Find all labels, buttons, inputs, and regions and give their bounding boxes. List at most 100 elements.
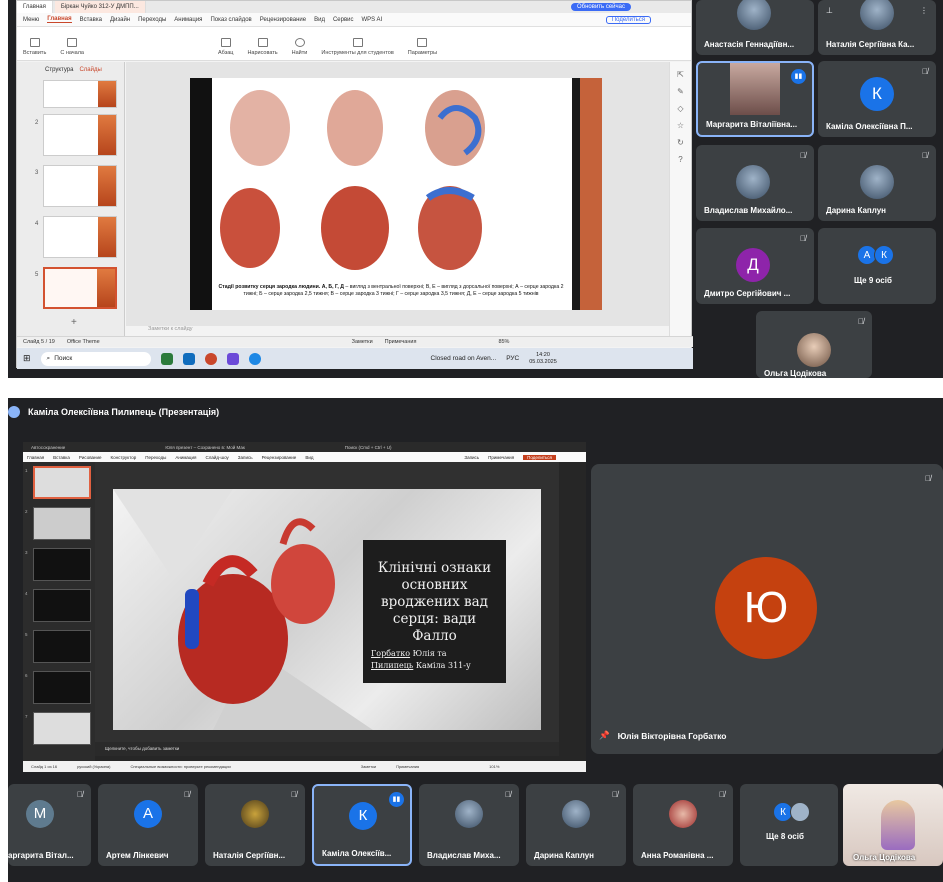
slide-notes[interactable]: Заметки к слайду [126, 326, 671, 336]
participant-tile[interactable]: 🎙̸ Ольга Цодікова [756, 311, 872, 378]
app-icon[interactable] [226, 352, 239, 365]
ribbon-student-tools[interactable]: Инструменты для студентов [321, 38, 394, 56]
slide-thumbnail[interactable] [33, 671, 91, 704]
ribbon-find[interactable]: Найти [292, 38, 307, 56]
participant-tile[interactable]: Анастасія Геннадіївн... [696, 0, 814, 55]
record-button[interactable]: Запись [464, 455, 479, 460]
menu-item-insert[interactable]: Вставка [80, 17, 102, 23]
share-button[interactable]: Поделиться [523, 454, 556, 460]
notes-toggle[interactable]: Заметки [361, 764, 376, 769]
ribbon-paste[interactable]: Вставить [23, 38, 46, 56]
participant-tile[interactable]: ⊥ ⋮ Наталія Сергіївна Ка... [818, 0, 936, 55]
comments-toggle[interactable]: Примечания [385, 339, 417, 345]
participant-tile-active[interactable]: К ▮▮ Каміла Олексіїв... [312, 784, 412, 866]
menu-item-menu[interactable]: Меню [23, 17, 39, 23]
participant-tile-video[interactable]: Ольга Цодікова [843, 784, 943, 866]
slide-thumbnail-selected[interactable] [33, 466, 91, 499]
design-icon[interactable]: ✎ [677, 87, 684, 96]
slide-thumbnail[interactable] [43, 165, 117, 207]
chrome-icon[interactable] [248, 352, 261, 365]
menu-item-transitions[interactable]: Переходы [138, 17, 166, 23]
more-participants-tile[interactable]: А К Ще 9 осіб [818, 228, 936, 304]
slide-thumbnail[interactable] [33, 589, 91, 622]
store-icon[interactable] [182, 352, 195, 365]
menu-item-wps-ai[interactable]: WPS AI [362, 17, 383, 23]
menu-item-review[interactable]: Рецензирование [260, 17, 306, 23]
ribbon-options[interactable]: Параметры [408, 38, 437, 56]
accessibility-status[interactable]: Специальные возможности: проверьте реком… [130, 764, 230, 769]
menu-item-insert[interactable]: Вставка [53, 455, 70, 460]
comments-button[interactable]: Примечания [488, 455, 514, 460]
ribbon-from-start[interactable]: С начала [60, 38, 84, 56]
more-participants-tile[interactable]: К Ще 8 осіб [740, 784, 838, 866]
edge-icon[interactable] [160, 352, 173, 365]
pin-icon[interactable]: ⊥ [826, 6, 833, 15]
menu-item-transitions[interactable]: Переходы [145, 455, 166, 460]
menu-item-service[interactable]: Сервис [333, 17, 354, 23]
participant-tile-active[interactable]: ▮▮ Маргарита Віталіївна... [696, 61, 814, 137]
participant-tile[interactable]: 🎙̸ Владислав Михайло... [696, 145, 814, 221]
shape-icon[interactable]: ◇ [677, 104, 683, 113]
share-button[interactable]: Поделиться [605, 15, 651, 24]
more-options-icon[interactable]: ⋮ [920, 6, 928, 15]
ribbon-paragraph[interactable]: Абзац [218, 38, 233, 56]
menu-item-record[interactable]: Запись [238, 455, 253, 460]
participant-tile[interactable]: М 🎙̸ аргарита Вітал... [8, 784, 91, 866]
slide-notes[interactable]: Щелкните, чтобы добавить заметки [95, 742, 559, 756]
participant-tile[interactable]: А 🎙̸ Артем Лінкевич [98, 784, 198, 866]
ribbon-draw[interactable]: Нарисовать [247, 38, 278, 56]
comments-toggle[interactable]: Примечания [396, 764, 419, 769]
pinned-participant-tile[interactable]: 🎙̸ Ю [591, 464, 943, 754]
menu-item-animation[interactable]: Анимация [174, 17, 202, 23]
zoom-level[interactable]: 85% [498, 339, 509, 345]
zoom-level[interactable]: 101% [489, 764, 499, 769]
menu-item-design[interactable]: Дизайн [110, 17, 130, 23]
weather-notice[interactable]: Closed road on Aven... [431, 355, 497, 362]
expand-icon[interactable]: ⇱ [677, 70, 684, 79]
taskbar-search[interactable]: ⌕ Поиск [40, 351, 151, 366]
participant-tile[interactable]: К 🎙̸ Каміла Олексіївна П... [818, 61, 936, 137]
participant-tile[interactable]: Д 🎙̸ Дмитро Сергійович ... [696, 228, 814, 304]
participant-tile[interactable]: 🎙̸ Анна Романівна ... [633, 784, 733, 866]
slide-thumbnail-selected[interactable] [43, 267, 117, 309]
menu-item-slideshow[interactable]: Слайд-шоу [205, 455, 228, 460]
pin-icon[interactable]: 📌 [599, 730, 610, 741]
search-field[interactable]: Поиск (Cmd + Ctrl + U) [345, 445, 392, 450]
slide-accent [98, 166, 116, 206]
participant-photo [241, 800, 269, 828]
language-indicator[interactable]: РУС [506, 355, 519, 362]
tab-slides[interactable]: Слайды [79, 67, 101, 73]
slide-thumbnail[interactable] [43, 80, 117, 108]
wps-tab-home[interactable]: Главная [17, 1, 53, 13]
slide-thumbnail[interactable] [43, 216, 117, 258]
history-icon[interactable]: ↻ [677, 138, 684, 147]
menu-item-view[interactable]: Вид [305, 455, 313, 460]
menu-item-home[interactable]: Главная [47, 16, 72, 23]
participant-tile[interactable]: 🎙̸ Дарина Каплун [818, 145, 936, 221]
slide-thumbnail[interactable] [43, 114, 117, 156]
slide-thumbnail[interactable] [33, 630, 91, 663]
menu-item-design[interactable]: Конструктор [111, 455, 137, 460]
add-slide-icon[interactable]: + [71, 317, 77, 328]
notes-toggle[interactable]: Заметки [352, 339, 373, 345]
slide-thumbnail[interactable] [33, 507, 91, 540]
windows-start-icon[interactable]: ⊞ [23, 353, 31, 364]
clock[interactable]: 14:20 05.03.2025 [529, 352, 557, 366]
tab-outline[interactable]: Структура [45, 67, 73, 73]
help-icon[interactable]: ? [678, 155, 682, 164]
participant-tile[interactable]: 🎙̸ Дарина Каплун [526, 784, 626, 866]
star-icon[interactable]: ☆ [677, 121, 684, 130]
slide-thumbnail[interactable] [33, 712, 91, 745]
participant-tile[interactable]: 🎙̸ Владислав Миха... [419, 784, 519, 866]
menu-item-animation[interactable]: Анимация [175, 455, 196, 460]
wps-tab-document[interactable]: Біркан Чуйко 312-У ДМПП... [54, 1, 146, 13]
menu-item-slideshow[interactable]: Показ слайдов [210, 17, 251, 23]
menu-item-view[interactable]: Вид [314, 17, 325, 23]
menu-item-draw[interactable]: Рисование [79, 455, 102, 460]
slide-thumbnail[interactable] [33, 548, 91, 581]
menu-item-home[interactable]: Главная [27, 455, 44, 460]
update-now-button[interactable]: Обновить сейчас [571, 3, 631, 11]
menu-item-review[interactable]: Рецензирование [262, 455, 297, 460]
participant-tile[interactable]: 🎙̸ Наталія Сергіївн... [205, 784, 305, 866]
wps-icon[interactable] [204, 352, 217, 365]
